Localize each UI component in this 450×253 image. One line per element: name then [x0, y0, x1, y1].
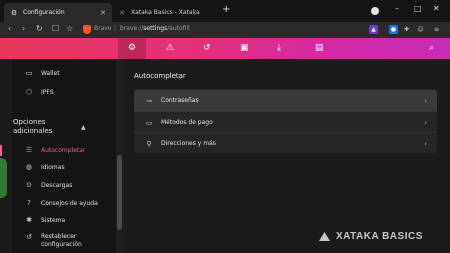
- download-icon: ⊙: [26, 181, 32, 189]
- back-icon[interactable]: ‹: [8, 24, 11, 33]
- brave-rewards-icon[interactable]: ▲: [369, 25, 378, 34]
- tab-title: Configuración: [23, 9, 65, 16]
- sidebar-section-title[interactable]: Opciones adicionales: [13, 118, 83, 136]
- url-field[interactable]: brave://settings/autofill: [120, 25, 190, 32]
- row-label: Contraseñas: [161, 97, 199, 104]
- history-icon[interactable]: ↺: [203, 43, 211, 53]
- sidebar-item-wallet[interactable]: ▭ Wallet: [12, 66, 116, 80]
- sidebar-item-label: IPFS: [41, 88, 54, 96]
- folder-icon[interactable]: ▤: [315, 43, 324, 53]
- extensions-puzzle-icon[interactable]: ✚: [402, 25, 411, 34]
- reload-icon[interactable]: ↻: [36, 24, 43, 33]
- profile-menu-icon[interactable]: ☺: [416, 25, 425, 34]
- download-icon[interactable]: ⤓: [277, 43, 281, 53]
- location-pin-icon: ⚲: [146, 139, 152, 148]
- sidebar-scrollbar-thumb[interactable]: [117, 155, 122, 230]
- row-metodos-pago[interactable]: ▭ Métodos de pago ›: [134, 112, 437, 133]
- wallet-icon: ▭: [25, 69, 33, 77]
- watermark-text: XATAKA BASICS: [336, 231, 423, 242]
- globe-icon: ◍: [25, 163, 33, 171]
- sidebar-item-restablecer[interactable]: ↺ Restablecer configuración: [12, 233, 116, 253]
- watermark: XATAKA BASICS: [318, 231, 423, 242]
- menu-icon[interactable]: ≡: [432, 25, 441, 34]
- active-indicator: [0, 145, 2, 156]
- tab-title: Xataka Basics - Xataka: [131, 9, 200, 16]
- chevron-up-icon[interactable]: ▲: [81, 124, 86, 131]
- reset-icon: ↺: [26, 233, 32, 241]
- tab-configuracion[interactable]: ⚙ Configuración ✕: [4, 3, 112, 22]
- key-icon: ⊸: [146, 96, 152, 105]
- ipfs-icon: ⬡: [25, 88, 33, 96]
- brave-label: Brave: [94, 25, 112, 32]
- gear-icon: ⚙: [10, 8, 18, 17]
- autofill-icon: ☰: [25, 146, 33, 154]
- maximize-button[interactable]: □: [414, 4, 422, 13]
- sidebar-item-ipfs[interactable]: ⬡ IPFS: [12, 85, 116, 99]
- sidebar-item-label: Wallet: [41, 69, 60, 77]
- profile-icon[interactable]: [371, 7, 379, 15]
- address-bar: ‹ › ↻ ☐ ☆ Brave | brave://settings/autof…: [0, 22, 450, 38]
- sidebar-item-label: Sistema: [41, 216, 66, 224]
- row-label: Direcciones y más: [161, 140, 216, 147]
- sidebar-item-autocompletar[interactable]: ☰ Autocompletar: [12, 143, 116, 157]
- bookmark-star-icon[interactable]: ☆: [66, 24, 73, 33]
- sidebar-item-label: Consejos de ayuda: [41, 199, 98, 207]
- row-direcciones[interactable]: ⚲ Direcciones y más ›: [134, 133, 437, 154]
- forward-icon[interactable]: ›: [22, 24, 25, 33]
- warning-icon[interactable]: ⚠: [166, 43, 174, 53]
- save-icon[interactable]: ▣: [240, 43, 249, 53]
- tab-bar: ⚙ Configuración ✕ ✕ Xataka Basics - Xata…: [0, 0, 450, 22]
- left-edge: [0, 59, 12, 253]
- sidebar-item-label: Autocompletar: [41, 146, 86, 154]
- sidebar-item-label: Restablecer configuración: [41, 233, 82, 248]
- gear-icon[interactable]: ⚙: [128, 43, 136, 53]
- credit-card-icon: ▭: [145, 118, 153, 127]
- row-label: Métodos de pago: [161, 119, 213, 126]
- new-tab-button[interactable]: +: [222, 4, 230, 15]
- close-tab-icon[interactable]: ✕: [100, 9, 106, 17]
- sidebar-item-idiomas[interactable]: ◍ Idiomas: [12, 160, 116, 174]
- chevron-right-icon: ›: [424, 118, 427, 127]
- search-icon[interactable]: ⌕: [429, 43, 434, 53]
- xataka-logo-icon: [319, 232, 330, 241]
- sidebar-item-sistema[interactable]: ✱ Sistema: [12, 213, 116, 227]
- close-window-button[interactable]: ✕: [433, 4, 440, 13]
- chevron-right-icon: ›: [424, 139, 427, 148]
- sidebar-item-label: Descargas: [41, 181, 73, 189]
- chevron-right-icon: ›: [424, 96, 427, 105]
- tab-xataka[interactable]: ✕ Xataka Basics - Xataka: [112, 3, 220, 22]
- xataka-x-icon: ✕: [119, 8, 125, 17]
- address-separator: |: [114, 25, 117, 32]
- sidebar-item-consejos[interactable]: ? Consejos de ayuda: [12, 196, 116, 210]
- bookmark-icon[interactable]: ☐: [52, 24, 59, 33]
- wrench-icon: ✱: [26, 216, 32, 224]
- page-title: Autocompletar: [134, 72, 186, 80]
- extension-icon[interactable]: ●: [389, 25, 398, 34]
- sidebar-item-label: Idiomas: [41, 163, 65, 171]
- sidebar-item-descargas[interactable]: ⊙ Descargas: [12, 178, 116, 192]
- settings-header: ⚙ ⚠ ↺ ▣ ⤓ ▤ ⌕: [0, 38, 450, 59]
- background-decoration: [0, 158, 7, 198]
- minimize-button[interactable]: –: [395, 4, 399, 13]
- row-contrasenas[interactable]: ⊸ Contraseñas ›: [134, 90, 437, 111]
- help-icon: ?: [27, 199, 31, 207]
- brave-shield-icon[interactable]: [83, 25, 91, 34]
